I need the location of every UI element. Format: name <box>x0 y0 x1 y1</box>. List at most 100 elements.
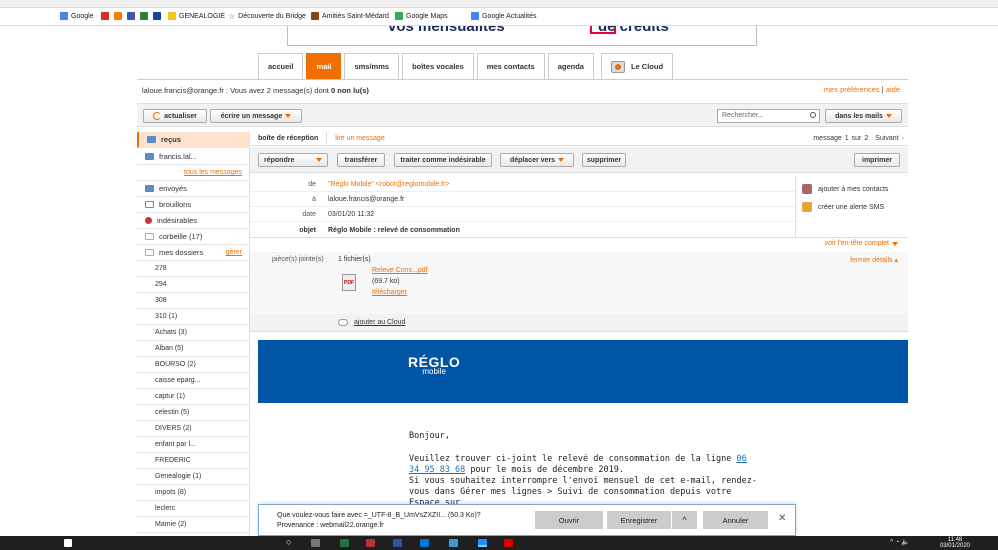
system-tray-icons[interactable]: ^ ◔ 🔈 <box>890 538 910 546</box>
bookmark-green-icon[interactable] <box>140 12 148 20</box>
sender-address[interactable]: "Réglo Mobile" <robot@reglomobile.fr> <box>328 181 449 188</box>
bookmark-red-icon[interactable] <box>101 12 109 20</box>
pdf-file-icon[interactable]: PDF <box>342 274 356 291</box>
tab-agenda[interactable]: agenda <box>547 53 594 79</box>
cloud-icon <box>610 60 625 73</box>
search-input[interactable]: Rechercher... <box>717 109 820 123</box>
chevron-down-icon <box>885 114 892 118</box>
manage-folders-link[interactable]: gérer <box>226 249 242 256</box>
folder-278[interactable]: 278 <box>137 261 250 277</box>
add-contact-button[interactable]: ajouter à mes contacts <box>802 184 888 194</box>
reply-button[interactable]: répondre <box>258 153 328 167</box>
clock[interactable]: 11:48 03/01/2020 <box>940 537 970 549</box>
bookmark-google-maps[interactable]: Google Maps <box>395 12 448 20</box>
tab-sms-mms[interactable]: sms/mms <box>344 53 400 79</box>
help-link[interactable]: aide <box>886 85 900 94</box>
bookmark-blue-icon[interactable] <box>127 12 135 20</box>
sidebar-all-messages[interactable]: tous les messages <box>137 165 250 181</box>
bookmark-amities[interactable]: Amitiés Saint-Médard <box>311 12 389 20</box>
windows-start-icon[interactable] <box>64 539 72 547</box>
folder-308[interactable]: 308 <box>137 293 250 309</box>
close-icon[interactable]: ✕ <box>778 513 786 524</box>
folder-caisse-epargne[interactable]: caisse eparg... <box>137 373 250 389</box>
cloud-row: ajouter au Cloud <box>250 314 908 332</box>
save-button[interactable]: Enregistrer <box>607 511 671 529</box>
pager: message 1 sur 2 Suivant › <box>813 135 904 142</box>
app-icon[interactable] <box>366 539 375 547</box>
word-icon[interactable] <box>393 539 402 547</box>
folder-enfant[interactable]: enfant par l... <box>137 437 250 453</box>
banner-text-right: de crédits <box>598 26 669 35</box>
sidebar-item-sent[interactable]: envoyés <box>137 181 250 197</box>
mail-toolbar: actualiser écrire un message Rechercher.… <box>137 103 908 127</box>
add-to-cloud-link[interactable]: ajouter au Cloud <box>354 319 405 326</box>
preferences-link[interactable]: mes préférences <box>824 85 880 94</box>
sidebar-item-inbox[interactable]: reçus <box>137 132 250 148</box>
folder-bourso[interactable]: BOURSO (2) <box>137 357 250 373</box>
tab-cloud[interactable]: Le Cloud <box>600 53 674 79</box>
sidebar-item-trash[interactable]: corbeille (17) <box>137 229 250 245</box>
tab-accueil[interactable]: accueil <box>258 53 304 79</box>
ad-banner[interactable]: vos mensualités de crédits <box>287 26 757 46</box>
folder-genealogie[interactable]: Genealogie (1) <box>137 469 250 485</box>
delete-button[interactable]: supprimer <box>582 153 626 167</box>
banner-text-left: vos mensualités <box>388 26 505 35</box>
edge-icon[interactable] <box>420 539 429 547</box>
forward-button[interactable]: transférer <box>337 153 385 167</box>
bookmarks-bar: Google GENEALOGIE ☆ Découverte du Bridge… <box>0 0 998 26</box>
download-link[interactable]: télécharger <box>372 289 407 296</box>
folder-310[interactable]: 310 (1) <box>137 309 250 325</box>
close-details-link[interactable]: fermer détails ▴ <box>850 256 898 264</box>
search-scope-select[interactable]: dans les mails <box>825 109 902 123</box>
bookmark-bridge[interactable]: ☆ Découverte du Bridge <box>228 12 306 21</box>
thunderbird-icon[interactable] <box>449 539 458 547</box>
folder-celestin[interactable]: celestin (5) <box>137 405 250 421</box>
next-message-link[interactable]: Suivant <box>875 135 898 142</box>
bookmark-google[interactable]: Google <box>60 12 94 20</box>
chevron-down-icon <box>285 114 292 118</box>
google-icon <box>60 12 68 20</box>
mark-spam-button[interactable]: traiter comme indésirable <box>394 153 492 167</box>
sidebar-item-spam[interactable]: indésirables <box>137 213 250 229</box>
sidebar-item-drafts[interactable]: brouillons <box>137 197 250 213</box>
sms-alert-button[interactable]: créer une alerte SMS <box>802 202 884 212</box>
chevron-right-icon[interactable]: › <box>902 135 904 142</box>
tab-mail[interactable]: mail <box>306 53 342 79</box>
attachment-filename-link[interactable]: Releve Cons...pdf <box>372 267 428 274</box>
header-date: date 03/01/20 11:32 <box>250 208 795 222</box>
bookmark-genealogie[interactable]: GENEALOGIE <box>168 12 225 20</box>
bookmark-google-news[interactable]: Google Actualités <box>471 12 536 20</box>
tab-contacts[interactable]: mes contacts <box>476 53 545 79</box>
acrobat-icon[interactable] <box>504 539 513 547</box>
excel-icon[interactable] <box>340 539 349 547</box>
sidebar-item-my-folders[interactable]: mes dossiers gérer <box>137 245 250 261</box>
search-icon[interactable]: ○ <box>286 537 291 547</box>
full-header-link[interactable]: voir l'en-tête complet <box>825 240 898 247</box>
cancel-button[interactable]: Annuler <box>703 511 768 529</box>
ie-icon[interactable] <box>478 539 487 547</box>
folder-alban[interactable]: Alban (5) <box>137 341 250 357</box>
folder-impots[interactable]: impots (8) <box>137 485 250 501</box>
folder-captur[interactable]: captur (1) <box>137 389 250 405</box>
folder-achats[interactable]: Achats (3) <box>137 325 250 341</box>
chevron-down-icon <box>316 158 322 162</box>
print-button[interactable]: imprimer <box>854 153 900 167</box>
refresh-button[interactable]: actualiser <box>143 109 207 123</box>
folder-mamie[interactable]: Mamie (2) <box>137 517 250 533</box>
save-options-button[interactable]: ^ <box>672 511 697 529</box>
compose-button[interactable]: écrire un message <box>210 109 302 123</box>
bookmark-dark-blue-icon[interactable] <box>153 12 161 20</box>
folder-leclerc[interactable]: leclerc <box>137 501 250 517</box>
task-view-icon[interactable] <box>311 539 320 547</box>
folder-divers[interactable]: DIVERS (2) <box>137 421 250 437</box>
folder-294[interactable]: 294 <box>137 277 250 293</box>
bookmark-orange-icon[interactable] <box>114 12 122 20</box>
sidebar-item-account[interactable]: francis.lal... <box>137 149 250 165</box>
tab-voicemail[interactable]: boîtes vocales <box>402 53 474 79</box>
news-icon <box>471 12 479 20</box>
move-to-button[interactable]: déplacer vers <box>500 153 574 167</box>
breadcrumb-inbox[interactable]: boîte de réception <box>250 131 328 146</box>
folder-frederic[interactable]: FREDERIC <box>137 453 250 469</box>
search-icon[interactable] <box>810 112 816 118</box>
open-button[interactable]: Ouvrir <box>535 511 603 529</box>
